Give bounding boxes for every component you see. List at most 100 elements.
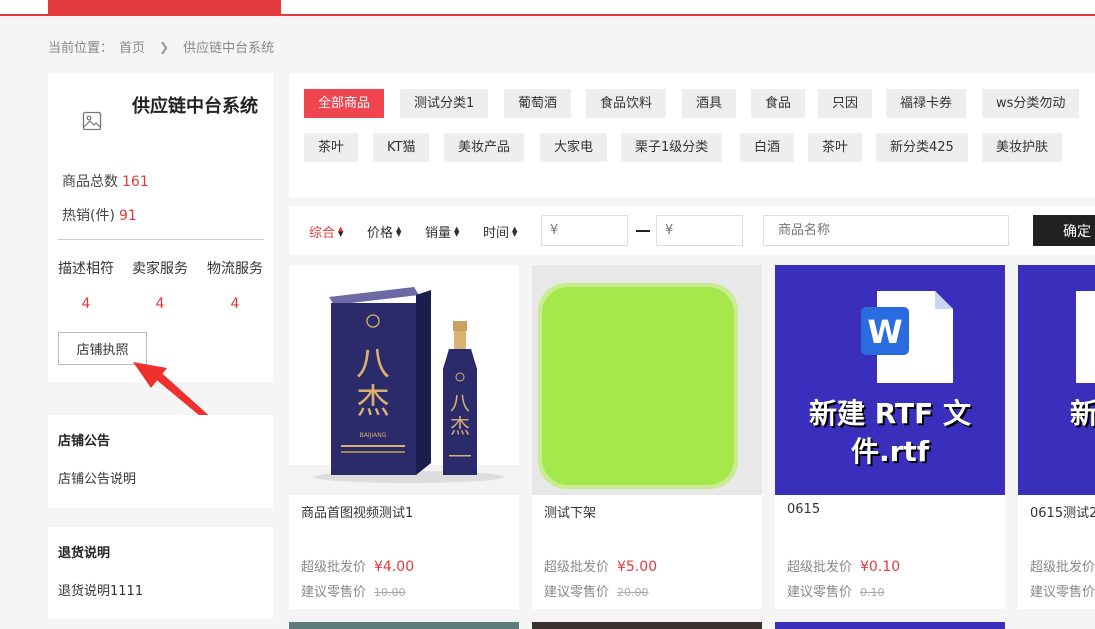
category-tag[interactable]: KT猫 bbox=[373, 133, 430, 162]
retail-price-row: 建议零售价 0.10 bbox=[787, 581, 885, 600]
refund-policy-panel: 退货说明 退货说明1111 bbox=[48, 527, 273, 619]
sort-sales[interactable]: 销量 ▲ ▼ bbox=[425, 222, 459, 241]
category-tag[interactable]: ws分类勿动 bbox=[982, 89, 1080, 118]
file-caption-line1: 新 bbox=[1070, 397, 1095, 430]
next-row-product-image[interactable] bbox=[532, 622, 762, 629]
sort-time[interactable]: 时间 ▲ ▼ bbox=[483, 222, 517, 241]
total-products-stat: 商品总数 161 bbox=[62, 171, 149, 191]
next-row-product-image[interactable] bbox=[775, 622, 1005, 629]
category-tag[interactable]: 大家电 bbox=[540, 133, 608, 162]
category-tag[interactable]: 食品 bbox=[751, 89, 806, 118]
price-min-input[interactable] bbox=[541, 215, 628, 246]
liquor-bottle-image: 八 杰 BAIJIANG 八 杰 bbox=[289, 287, 519, 495]
sort-comprehensive-label: 综合 bbox=[309, 226, 336, 241]
wholesale-price: ¥5.00 bbox=[617, 559, 658, 575]
wholesale-price-row: 超级批发价 bbox=[1030, 556, 1095, 575]
hot-sales-stat: 热销(件) 91 bbox=[62, 205, 137, 225]
retail-price: 0.10 bbox=[860, 586, 885, 599]
product-name[interactable]: 0615测试2 bbox=[1030, 502, 1095, 521]
breadcrumb-home-link[interactable]: 首页 bbox=[119, 37, 145, 56]
category-tag[interactable]: 新分类425 bbox=[876, 133, 968, 162]
category-tag[interactable]: 栗子1级分类 bbox=[621, 133, 723, 162]
category-tag[interactable]: 测试分类1 bbox=[400, 89, 489, 118]
category-tag-all[interactable]: 全部商品 bbox=[304, 89, 385, 118]
product-card[interactable]: 新 0615测试2 超级批发价 建议零售价 bbox=[1018, 265, 1095, 609]
category-tag[interactable]: 酒具 bbox=[682, 89, 737, 118]
product-name[interactable]: 0615 bbox=[787, 502, 820, 517]
chevron-right-icon: ❯ bbox=[159, 39, 170, 54]
rating-value-description: 4 bbox=[81, 296, 91, 312]
file-image bbox=[1076, 291, 1095, 383]
product-name-search-input[interactable] bbox=[763, 215, 1009, 246]
sort-time-label: 时间 bbox=[483, 226, 510, 241]
category-tag[interactable]: 白酒 bbox=[740, 133, 795, 162]
price-max-input[interactable] bbox=[656, 215, 743, 246]
bottle-brand-glyph-top: 八 bbox=[450, 391, 470, 415]
sort-arrows-icon: ▲ ▼ bbox=[512, 224, 518, 238]
filter-bar: 综合 ▲▼ 价格 ▲▼ 销量 ▲▼ 时间 ▲▼ 确定 bbox=[289, 206, 1095, 255]
sort-arrows-icon: ▲ ▼ bbox=[454, 224, 460, 238]
category-tag[interactable]: 茶叶 bbox=[304, 133, 359, 162]
retail-price-row: 建议零售价 20.00 bbox=[544, 581, 649, 600]
product-image[interactable]: 新 bbox=[1018, 265, 1095, 495]
hot-sales-label: 热销(件) bbox=[62, 208, 115, 224]
sort-comprehensive[interactable]: 综合 ▲ ▼ bbox=[309, 222, 343, 241]
product-image[interactable]: W 新建 RTF 文 件.rtf bbox=[775, 265, 1005, 495]
shop-notice-title: 店铺公告 bbox=[58, 434, 111, 449]
retail-price: 20.00 bbox=[617, 586, 649, 599]
wholesale-price: ¥0.10 bbox=[860, 559, 901, 575]
top-nav-active-tab[interactable] bbox=[48, 0, 281, 14]
refund-policy-text: 退货说明1111 bbox=[58, 584, 144, 599]
word-glyph: W bbox=[867, 313, 902, 351]
category-tag[interactable]: 葡萄酒 bbox=[504, 89, 572, 118]
category-tag[interactable]: 茶叶 bbox=[808, 133, 863, 162]
rating-label-seller-service: 卖家服务 bbox=[132, 261, 188, 277]
wholesale-price-row: 超级批发价 ¥0.10 bbox=[787, 556, 900, 575]
product-name[interactable]: 商品首图视频测试1 bbox=[301, 502, 413, 521]
retail-price: 10.00 bbox=[374, 586, 406, 599]
shop-license-button[interactable]: 店铺执照 bbox=[58, 332, 147, 365]
product-card[interactable]: 八 杰 BAIJIANG 八 杰 商品首图视频测试1 超级批发价 ¥4.00 建议… bbox=[289, 265, 519, 609]
breadcrumb: 当前位置： 首页 ❯ 供应链中台系统 bbox=[48, 37, 275, 57]
sort-arrows-icon: ▲ ▼ bbox=[396, 224, 402, 238]
shop-notice-text: 店铺公告说明 bbox=[58, 472, 137, 487]
sort-price[interactable]: 价格 ▲ ▼ bbox=[367, 222, 401, 241]
wholesale-price-label: 超级批发价 bbox=[301, 560, 367, 575]
total-products-value: 161 bbox=[122, 174, 149, 190]
liquor-label-text: BAIJIANG bbox=[360, 432, 387, 439]
category-tag[interactable]: 只因 bbox=[818, 89, 873, 118]
retail-price-label: 建议零售价 bbox=[787, 585, 853, 600]
refund-policy-title: 退货说明 bbox=[58, 546, 111, 561]
wholesale-price-label: 超级批发价 bbox=[544, 560, 610, 575]
product-card[interactable]: 测试下架 超级批发价 ¥5.00 建议零售价 20.00 bbox=[532, 265, 762, 609]
product-image[interactable]: 八 杰 BAIJIANG 八 杰 bbox=[289, 265, 519, 495]
category-tag[interactable]: 福禄卡券 bbox=[886, 89, 967, 118]
product-image[interactable] bbox=[532, 265, 762, 495]
category-tag[interactable]: 美妆护肤 bbox=[982, 133, 1063, 162]
green-tile-image bbox=[538, 283, 738, 489]
category-tag[interactable]: 食品饮料 bbox=[586, 89, 667, 118]
retail-price-row: 建议零售价 bbox=[1030, 581, 1095, 600]
top-nav-bar bbox=[0, 0, 1095, 16]
category-panel: 全部商品 测试分类1 葡萄酒 食品饮料 酒具 食品 只因 福禄卡券 ws分类勿动… bbox=[289, 73, 1095, 197]
price-range-dash bbox=[636, 230, 650, 232]
retail-price-label: 建议零售价 bbox=[301, 585, 367, 600]
rating-label-description: 描述相符 bbox=[58, 261, 114, 277]
next-row-product-image[interactable] bbox=[289, 622, 519, 629]
product-name[interactable]: 测试下架 bbox=[544, 502, 596, 521]
confirm-filter-button[interactable]: 确定 bbox=[1033, 215, 1095, 246]
breadcrumb-label: 当前位置： bbox=[48, 41, 114, 56]
bottle-brand-glyph-bottom: 杰 bbox=[450, 414, 470, 438]
shop-info-panel: 供应链中台系统 商品总数 161 热销(件) 91 描述相符 卖家服务 物流服务 4… bbox=[48, 73, 273, 382]
shop-notice-panel: 店铺公告 店铺公告说明 bbox=[48, 415, 273, 508]
liquor-brand-glyph-bottom: 杰 bbox=[356, 382, 390, 422]
sort-price-label: 价格 bbox=[367, 226, 394, 241]
hot-sales-value: 91 bbox=[118, 208, 137, 224]
divider bbox=[58, 239, 264, 240]
product-card[interactable]: W 新建 RTF 文 件.rtf 0615 超级批发价 ¥0.10 建议零售价 0.… bbox=[775, 265, 1005, 609]
category-tag[interactable]: 美妆产品 bbox=[444, 133, 525, 162]
retail-price-label: 建议零售价 bbox=[1030, 585, 1095, 600]
breadcrumb-current: 供应链中台系统 bbox=[183, 41, 275, 56]
wholesale-price-row: 超级批发价 ¥4.00 bbox=[301, 556, 414, 575]
retail-price-row: 建议零售价 10.00 bbox=[301, 581, 406, 600]
